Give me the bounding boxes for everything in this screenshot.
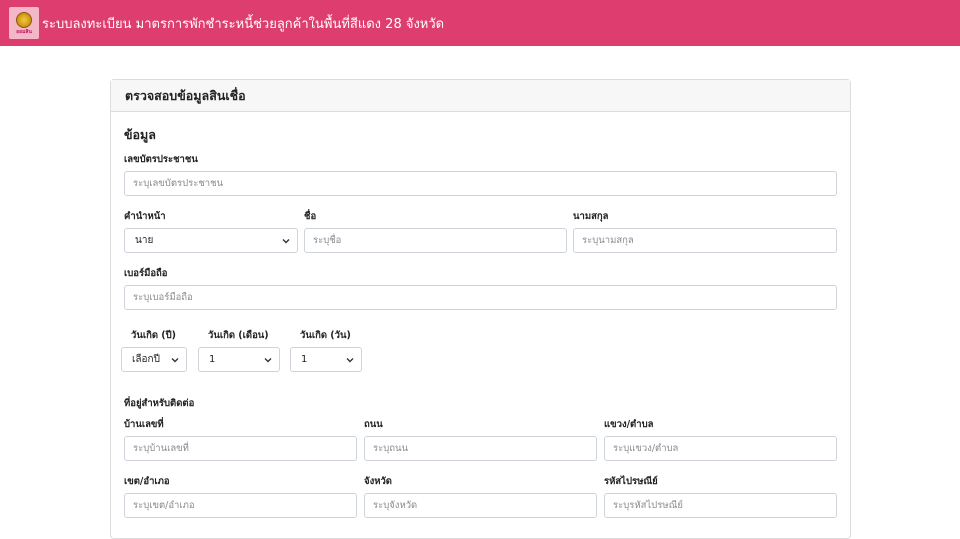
card-title: ตรวจสอบข้อมูลสินเชื่อ — [111, 80, 850, 112]
top-bar: ออมสิน ระบบลงทะเบียน มาตรการพักชำระหนี้ช… — [0, 0, 960, 46]
last-name-label: นามสกุล — [573, 211, 609, 222]
chevron-down-icon — [346, 357, 354, 362]
mobile-label: เบอร์มือถือ — [124, 268, 168, 279]
first-name-input[interactable]: ระบุชื่อ — [304, 228, 567, 253]
birth-year-label: วันเกิด (ปี) — [131, 330, 177, 341]
subdistrict-label: แขวง/ตำบล — [604, 419, 654, 430]
mobile-input[interactable]: ระบุเบอร์มือถือ — [124, 285, 837, 310]
app-title: ระบบลงทะเบียน มาตรการพักชำระหนี้ช่วยลูกค… — [42, 17, 445, 32]
birth-year-value: เลือกปี — [132, 354, 160, 365]
birth-year-select[interactable]: เลือกปี — [121, 347, 187, 372]
first-name-label: ชื่อ — [304, 211, 317, 222]
chevron-down-icon — [171, 357, 179, 362]
section-info-title: ข้อมูล — [124, 127, 156, 142]
birth-day-value: 1 — [301, 354, 308, 365]
birth-day-label: วันเกิด (วัน) — [300, 330, 351, 341]
prefix-select[interactable]: นาย — [124, 228, 298, 253]
logo-text: ออมสิน — [16, 28, 32, 35]
road-label: ถนน — [364, 419, 383, 430]
prefix-value: นาย — [135, 235, 154, 246]
road-input[interactable]: ระบุถนน — [364, 436, 597, 461]
house-no-label: บ้านเลขที่ — [124, 419, 164, 430]
house-no-input[interactable]: ระบุบ้านเลขที่ — [124, 436, 357, 461]
birth-month-label: วันเกิด (เดือน) — [208, 330, 269, 341]
subdistrict-input[interactable]: ระบุแขวง/ตำบล — [604, 436, 837, 461]
id-card-input[interactable]: ระบุเลขบัตรประชาชน — [124, 171, 837, 196]
district-label: เขต/อำเภอ — [124, 476, 170, 487]
id-card-label: เลขบัตรประชาชน — [124, 154, 198, 165]
postcode-label: รหัสไปรษณีย์ — [604, 476, 658, 487]
gsb-logo: ออมสิน — [9, 7, 39, 39]
province-input[interactable]: ระบุจังหวัด — [364, 493, 597, 518]
postcode-input[interactable]: ระบุรหัสไปรษณีย์ — [604, 493, 837, 518]
prefix-label: คำนำหน้า — [124, 211, 166, 222]
district-input[interactable]: ระบุเขต/อำเภอ — [124, 493, 357, 518]
emblem-icon — [16, 11, 32, 28]
chevron-down-icon — [264, 357, 272, 362]
birth-month-value: 1 — [209, 354, 216, 365]
birth-month-select[interactable]: 1 — [198, 347, 280, 372]
province-label: จังหวัด — [364, 476, 392, 487]
section-address-title: ที่อยู่สำหรับติดต่อ — [124, 398, 195, 409]
chevron-down-icon — [282, 238, 290, 243]
last-name-input[interactable]: ระบุนามสกุล — [573, 228, 837, 253]
birth-day-select[interactable]: 1 — [290, 347, 362, 372]
